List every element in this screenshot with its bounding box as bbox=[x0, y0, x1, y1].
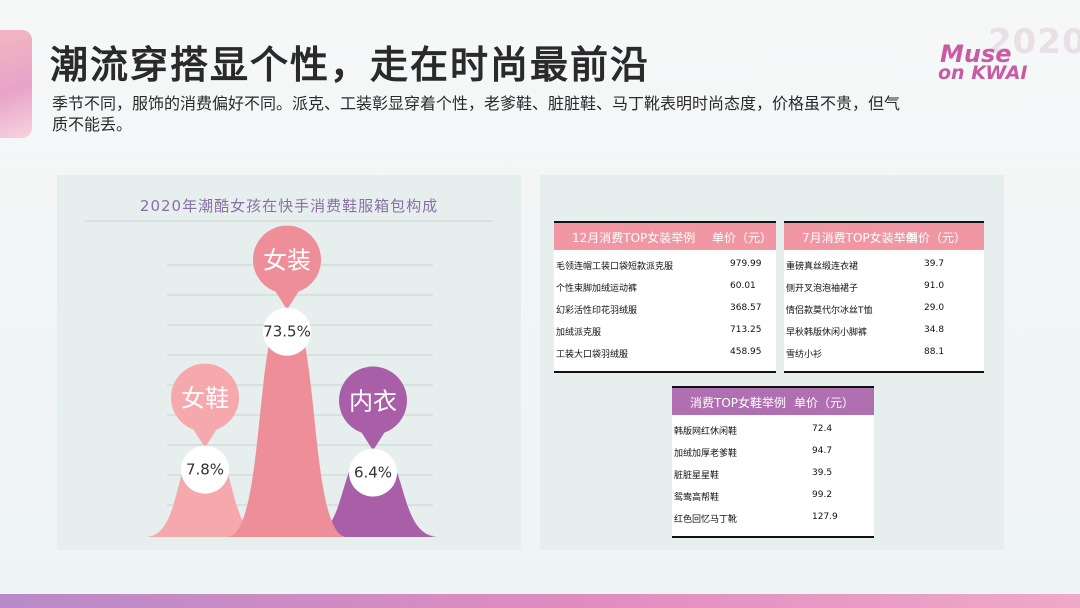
page-title: 潮流穿搭显个性，走在时尚最前沿 bbox=[50, 43, 651, 87]
table-row: 鸳鸯高帮鞋 99.2 bbox=[672, 488, 874, 510]
bottom-gradient-bar bbox=[0, 594, 1080, 608]
category-pin-tip bbox=[191, 425, 219, 448]
table-row: 脏脏星星鞋 39.5 bbox=[672, 466, 874, 488]
row-item-name: 毛领连帽工装口袋短款派克服 bbox=[556, 262, 674, 272]
category-label: 内衣 bbox=[349, 388, 397, 416]
table-header-item: 消费TOP女鞋举例 bbox=[690, 396, 787, 410]
row-item-name: 幻彩活性印花羽绒服 bbox=[556, 306, 638, 316]
muse-on-kwai-logo: 2020 Muse on KWAI bbox=[938, 22, 1080, 92]
value-label: 7.8% bbox=[186, 461, 224, 479]
price-table-1: 12月消费TOP女装举例 单价（元） 毛领连帽工装口袋短款派克服 979.99 个性束脚… bbox=[554, 221, 776, 373]
row-item-name: 红色回忆马丁靴 bbox=[674, 515, 738, 525]
composition-chart: 2020年潮酷女孩在快手消费鞋服箱包构成女鞋 7.8% 女装 73.5% 内衣 6.4% bbox=[85, 197, 493, 537]
table-row: 红色回忆马丁靴 127.9 bbox=[672, 510, 874, 532]
row-item-name: 情侣款莫代尔冰丝T恤 bbox=[786, 306, 873, 316]
category-label: 女装 bbox=[263, 247, 311, 275]
row-item-name: 雪纺小衫 bbox=[786, 350, 823, 360]
row-item-name: 加绒加厚老爹鞋 bbox=[674, 449, 738, 459]
value-label: 6.4% bbox=[354, 464, 392, 482]
tables-panel: 12月消费TOP女装举例 单价（元） 毛领连帽工装口袋短款派克服 979.99 个性束脚… bbox=[540, 175, 1004, 550]
row-item-name: 韩版网红休闲鞋 bbox=[674, 427, 738, 437]
category-label: 女鞋 bbox=[181, 385, 229, 413]
row-item-name: 个性束脚加绒运动裤 bbox=[556, 284, 638, 294]
table-header: 7月消费TOP女装举例 单价（元） bbox=[784, 223, 984, 250]
row-item-name: 加绒派克服 bbox=[556, 328, 602, 338]
row-item-price: 99.2 bbox=[812, 490, 833, 500]
table-row: 个性束脚加绒运动裤 60.01 bbox=[554, 279, 776, 301]
row-item-price: 39.7 bbox=[924, 259, 945, 269]
table-row: 幻彩活性印花羽绒服 368.57 bbox=[554, 301, 776, 323]
row-item-price: 72.4 bbox=[812, 424, 833, 434]
table-row: 侧开叉泡泡袖裙子 91.0 bbox=[784, 279, 984, 301]
table-header: 12月消费TOP女装举例 单价（元） bbox=[554, 223, 776, 250]
category-pin-tip bbox=[359, 428, 387, 451]
logo-kwai: on KWAI bbox=[938, 62, 1028, 84]
row-item-price: 368.57 bbox=[730, 303, 762, 313]
row-item-name: 工装大口袋羽绒服 bbox=[556, 350, 629, 360]
chart-panel: 2020年潮酷女孩在快手消费鞋服箱包构成女鞋 7.8% 女装 73.5% 内衣 6.4% bbox=[57, 175, 521, 550]
page-subtitle: 季节不同，服饰的消费偏好不同。派克、工装彰显穿着个性，老爹鞋、脏脏鞋、马丁靴表明… bbox=[52, 94, 901, 134]
category-pin-tip bbox=[273, 287, 301, 310]
table-header-price: 单价（元） bbox=[794, 396, 855, 410]
price-table-3: 消费TOP女鞋举例 单价（元） 韩版网红休闲鞋 72.4 加绒加厚老爹鞋 94.7 脏脏星星… bbox=[672, 386, 874, 538]
row-item-price: 88.1 bbox=[924, 347, 945, 357]
table-row: 情侣款莫代尔冰丝T恤 29.0 bbox=[784, 301, 984, 323]
row-item-price: 39.5 bbox=[812, 468, 833, 478]
accent-bar bbox=[0, 30, 32, 138]
table-row: 韩版网红休闲鞋 72.4 bbox=[672, 422, 874, 444]
table-row: 早秋韩版休闲小脚裤 34.8 bbox=[784, 323, 984, 345]
table-row: 重磅真丝缎连衣裙 39.7 bbox=[784, 257, 984, 279]
row-item-price: 127.9 bbox=[812, 512, 838, 522]
row-item-name: 早秋韩版休闲小脚裤 bbox=[786, 328, 868, 338]
row-item-price: 458.95 bbox=[730, 347, 762, 357]
value-label: 73.5% bbox=[263, 323, 311, 341]
table-row: 雪纺小衫 88.1 bbox=[784, 345, 984, 367]
row-item-price: 979.99 bbox=[730, 259, 762, 269]
row-item-price: 60.01 bbox=[730, 281, 756, 291]
row-item-price: 713.25 bbox=[730, 325, 762, 335]
row-item-price: 94.7 bbox=[812, 446, 833, 456]
table-header: 消费TOP女鞋举例 单价（元） bbox=[672, 388, 874, 415]
row-item-name: 鸳鸯高帮鞋 bbox=[674, 493, 720, 503]
row-item-price: 34.8 bbox=[924, 325, 945, 335]
row-item-name: 重磅真丝缎连衣裙 bbox=[786, 262, 859, 272]
row-item-name: 脏脏星星鞋 bbox=[674, 471, 720, 481]
table-header-price: 单价（元） bbox=[906, 231, 967, 245]
row-item-price: 29.0 bbox=[924, 303, 945, 313]
price-table-2: 7月消费TOP女装举例 单价（元） 重磅真丝缎连衣裙 39.7 侧开叉泡泡袖裙子 91.0… bbox=[784, 221, 984, 373]
chart-title: 2020年潮酷女孩在快手消费鞋服箱包构成 bbox=[140, 197, 438, 215]
table-header-item: 12月消费TOP女装举例 bbox=[572, 231, 696, 245]
row-item-price: 91.0 bbox=[924, 281, 945, 291]
table-header-price: 单价（元） bbox=[712, 231, 773, 245]
table-header-item: 7月消费TOP女装举例 bbox=[802, 231, 918, 245]
row-item-name: 侧开叉泡泡袖裙子 bbox=[786, 284, 859, 294]
table-row: 加绒派克服 713.25 bbox=[554, 323, 776, 345]
table-row: 毛领连帽工装口袋短款派克服 979.99 bbox=[554, 257, 776, 279]
table-row: 工装大口袋羽绒服 458.95 bbox=[554, 345, 776, 367]
table-row: 加绒加厚老爹鞋 94.7 bbox=[672, 444, 874, 466]
